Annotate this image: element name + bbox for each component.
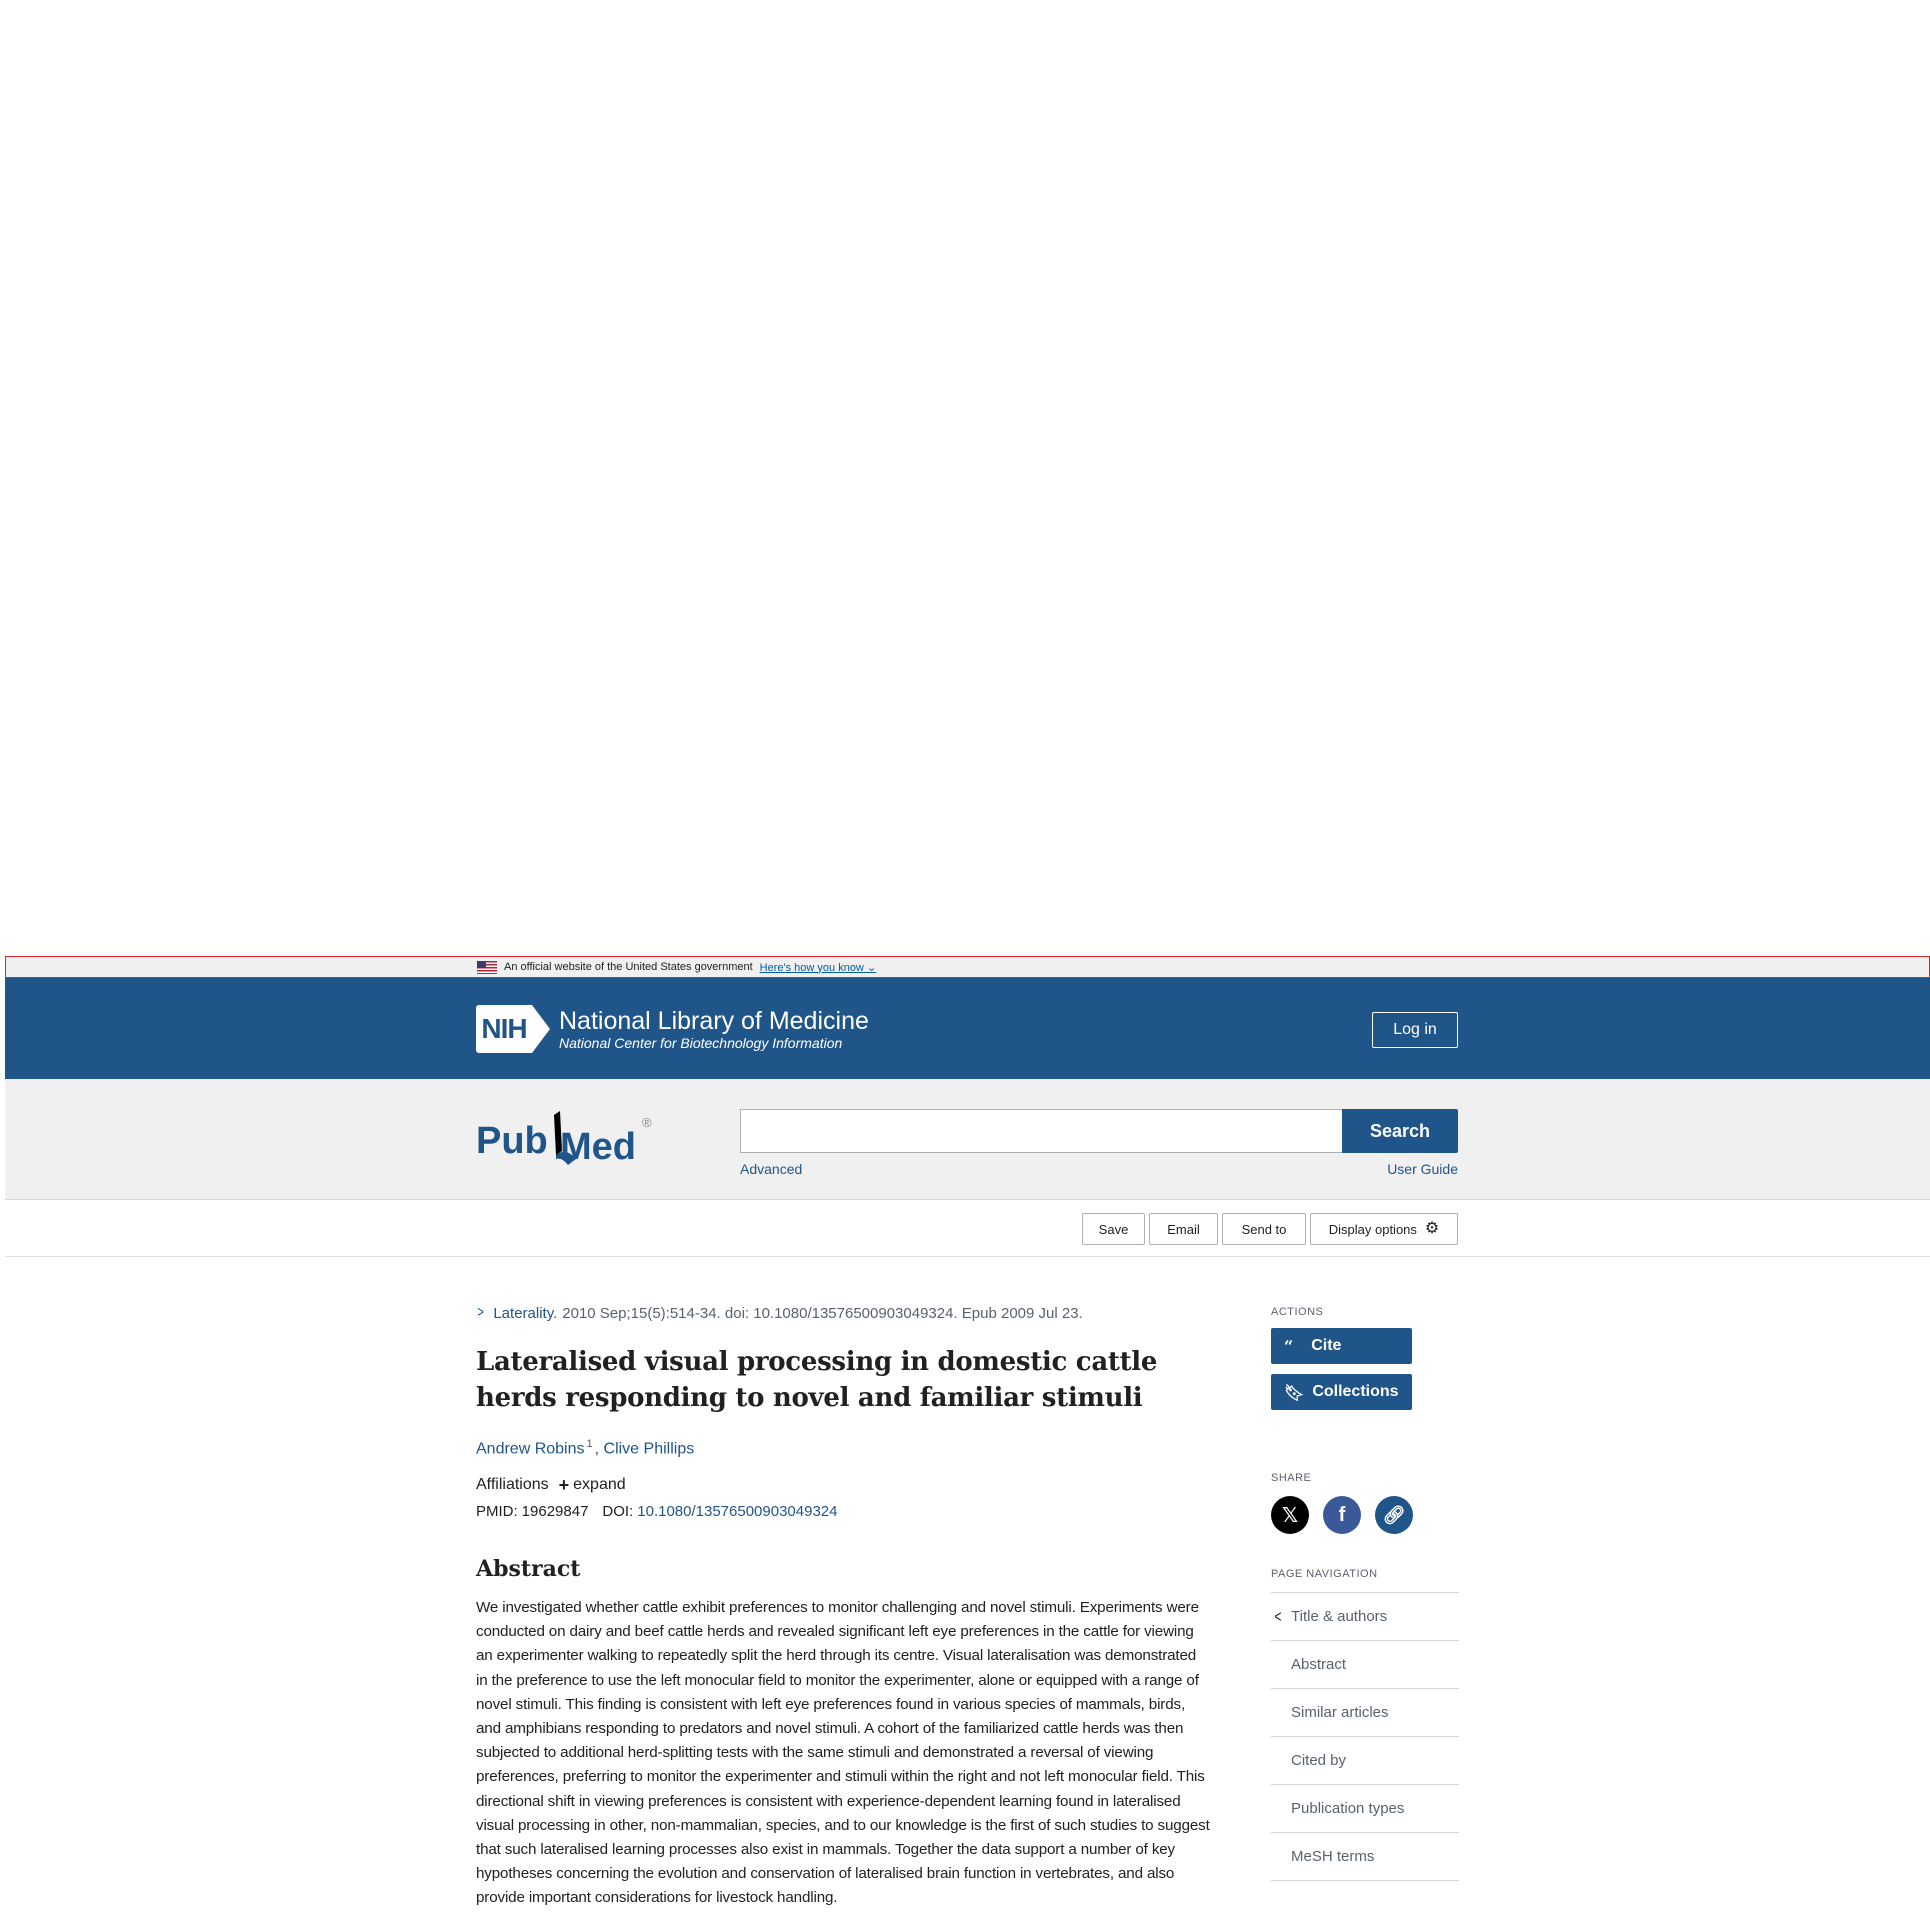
article-title: Lateralised visual processing in domesti… xyxy=(476,1347,1158,1413)
copy-link-icon[interactable]: 🔗︎ xyxy=(1375,1496,1413,1534)
search-button[interactable]: Search xyxy=(1342,1109,1458,1153)
pubmed-logo-med: Med xyxy=(560,1126,636,1168)
send-to-button[interactable]: Send to xyxy=(1222,1213,1306,1245)
chevron-right-icon[interactable]: > xyxy=(477,1304,484,1322)
gear-icon: ⚙ xyxy=(1424,1220,1440,1237)
share-heading: SHARE xyxy=(1271,1472,1312,1484)
nih-header: NIH National Library of Medicine Nationa… xyxy=(5,978,1930,1079)
journal-citation: > Laterality. 2010 Sep;15(5):514-34. doi… xyxy=(476,1302,1216,1324)
page-navigation-list: < Title & authors Abstract Similar artic… xyxy=(1271,1592,1459,1881)
author-link[interactable]: Andrew Robins xyxy=(476,1440,585,1457)
gov-banner-text: An official website of the United States… xyxy=(504,961,753,973)
right-sidebar: ACTIONS “ Cite 🔖︎ Collections SHARE 𝕏 f … xyxy=(1271,1302,1459,1881)
display-options-button[interactable]: Display options ⚙ xyxy=(1310,1213,1458,1245)
citation-text: 2010 Sep;15(5):514-34. doi: 10.1080/1357… xyxy=(562,1304,1083,1322)
nav-item-title-authors[interactable]: < Title & authors xyxy=(1271,1593,1459,1641)
search-input[interactable] xyxy=(740,1109,1342,1153)
article-action-bar: Save Email Send to Display options ⚙ xyxy=(5,1200,1930,1257)
nav-item-label: Cited by xyxy=(1291,1752,1347,1769)
nav-item-publication-types[interactable]: Publication types xyxy=(1271,1785,1459,1833)
us-flag-icon xyxy=(477,960,497,974)
pubmed-logo-pub: Pub xyxy=(476,1120,548,1162)
nih-badge: NIH xyxy=(476,1005,532,1053)
advanced-search-link[interactable]: Advanced xyxy=(740,1161,802,1177)
collections-label: Collections xyxy=(1312,1383,1399,1400)
journal-link[interactable]: Laterality. xyxy=(493,1305,557,1322)
browser-viewport: An official website of the United States… xyxy=(5,956,1930,1930)
pmid-value: 19629847 xyxy=(521,1502,589,1520)
nav-item-label: Abstract xyxy=(1291,1656,1347,1673)
identifiers-row: PMID: 19629847 DOI: 10.1080/135765009030… xyxy=(476,1500,1216,1522)
doi-link[interactable]: 10.1080/13576500903049324 xyxy=(637,1503,837,1520)
nlm-logo[interactable]: NIH National Library of Medicine Nationa… xyxy=(476,1005,869,1053)
nav-item-similar-articles[interactable]: Similar articles xyxy=(1271,1689,1459,1737)
authors-list: Andrew Robins 1, Clive Phillips xyxy=(476,1438,695,1458)
abstract-text: We investigated whether cattle exhibit p… xyxy=(476,1599,1210,1907)
affiliations-label: Affiliations xyxy=(476,1476,549,1493)
abstract-heading: Abstract xyxy=(476,1556,581,1582)
display-options-label: Display options xyxy=(1328,1221,1417,1237)
affiliations-row: Affiliations + expand xyxy=(476,1474,1216,1496)
plus-icon[interactable]: + xyxy=(559,1475,570,1496)
nav-item-cited-by[interactable]: Cited by xyxy=(1271,1737,1459,1785)
doi-label: DOI: xyxy=(602,1502,634,1520)
user-guide-link[interactable]: User Guide xyxy=(1387,1161,1458,1177)
pmid-label: PMID: xyxy=(476,1502,518,1520)
email-button[interactable]: Email xyxy=(1149,1213,1218,1245)
nav-item-label: Publication types xyxy=(1291,1800,1405,1817)
facebook-share-icon[interactable]: f xyxy=(1323,1496,1361,1534)
x-share-icon[interactable]: 𝕏 xyxy=(1271,1496,1309,1534)
nav-item-mesh-terms[interactable]: MeSH terms xyxy=(1271,1833,1459,1881)
save-button[interactable]: Save xyxy=(1082,1213,1145,1245)
page-navigation-heading: PAGE NAVIGATION xyxy=(1271,1568,1378,1580)
nav-item-label: MeSH terms xyxy=(1291,1848,1375,1865)
share-buttons: 𝕏 f 🔗︎ xyxy=(1271,1496,1459,1534)
gov-banner: An official website of the United States… xyxy=(5,956,1930,978)
login-button[interactable]: Log in xyxy=(1372,1012,1458,1048)
chevron-left-icon: < xyxy=(1274,1606,1282,1626)
nav-item-label: Similar articles xyxy=(1291,1704,1389,1721)
cite-label: Cite xyxy=(1311,1337,1342,1354)
expand-affiliations-link[interactable]: expand xyxy=(573,1476,626,1494)
cite-button[interactable]: “ Cite xyxy=(1271,1328,1412,1364)
pubmed-logo[interactable]: Pub Med ® xyxy=(476,1107,656,1171)
quote-icon: “ xyxy=(1284,1336,1294,1356)
nih-arrow-icon xyxy=(532,1005,550,1053)
article-main: > Laterality. 2010 Sep;15(5):514-34. doi… xyxy=(476,1302,1216,1911)
nav-item-abstract[interactable]: Abstract xyxy=(1271,1641,1459,1689)
bookmark-icon: 🔖︎ xyxy=(1284,1382,1305,1402)
collections-button[interactable]: 🔖︎ Collections xyxy=(1271,1374,1412,1410)
search-band: Pub Med ® Search Advanced User Guide xyxy=(5,1079,1930,1200)
affiliation-sup[interactable]: 1 xyxy=(587,1438,593,1450)
author-link[interactable]: Clive Phillips xyxy=(604,1440,695,1457)
actions-heading: ACTIONS xyxy=(1271,1306,1324,1318)
nav-item-label: Title & authors xyxy=(1291,1608,1388,1625)
org-title: National Library of Medicine xyxy=(559,1006,869,1035)
heres-how-you-know-link[interactable]: Here's how you know ⌄ xyxy=(760,961,877,974)
org-subtitle: National Center for Biotechnology Inform… xyxy=(559,1034,843,1051)
registered-mark: ® xyxy=(642,1115,652,1130)
